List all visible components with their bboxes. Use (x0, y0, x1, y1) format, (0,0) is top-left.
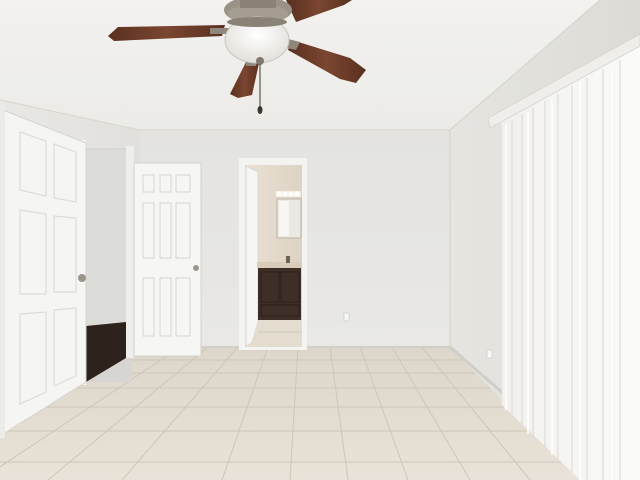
outlet-icon (343, 312, 350, 322)
closet-door-left (0, 104, 87, 438)
door-knob-icon (193, 265, 199, 271)
bedroom-scene (0, 0, 640, 480)
sink-faucet-icon (286, 256, 290, 263)
closet-opening (80, 140, 134, 385)
bathroom-doorway (239, 158, 307, 350)
door-knob-icon (78, 274, 86, 282)
room-photo (0, 0, 640, 480)
outlet-icon (486, 349, 493, 359)
closet-door-center (133, 162, 202, 357)
